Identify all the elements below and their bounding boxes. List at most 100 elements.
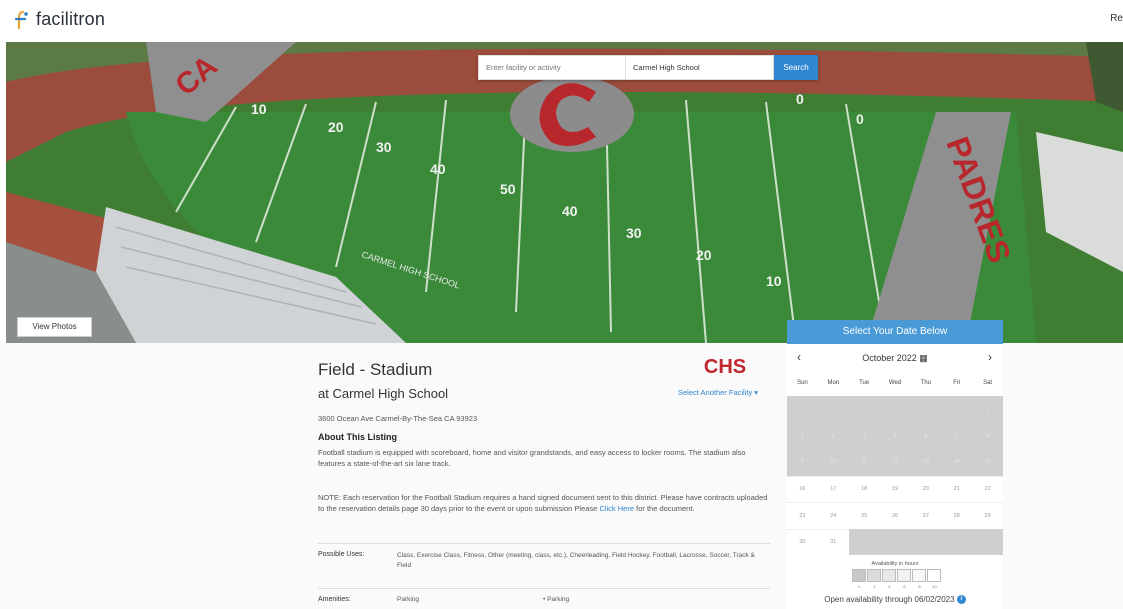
calendar-day[interactable]: 29 xyxy=(972,502,1004,529)
availability-scale-label: 1- xyxy=(857,584,862,589)
calendar-empty-cell xyxy=(879,528,911,555)
note-suffix: for the document. xyxy=(636,504,695,513)
calendar-day: 9 xyxy=(787,449,818,476)
weekday-label: Mon xyxy=(827,380,840,386)
calendar-week: 9 10 11 12 13 14 15 xyxy=(787,449,1004,476)
divider xyxy=(318,588,770,589)
calendar-day[interactable]: 17 xyxy=(817,475,849,502)
svg-text:20: 20 xyxy=(328,119,344,135)
click-here-link[interactable]: Click Here xyxy=(599,504,634,513)
date-calendar: ‹ October 2022 ▦ › Sun Mon Tue Wed Thu Fri Sat… xyxy=(787,344,1004,609)
svg-text:40: 40 xyxy=(562,203,578,219)
calendar-empty-cell xyxy=(910,396,942,423)
top-right-link[interactable]: Re xyxy=(1110,13,1123,24)
availability-scale-label: 10 xyxy=(932,584,937,589)
about-heading: About This Listing xyxy=(318,432,397,442)
amenity-item: Parking xyxy=(397,596,420,603)
calendar-empty-cell xyxy=(910,528,942,555)
open-availability-text: Open availability through 06/02/2023 xyxy=(824,595,955,604)
search-bar: Search xyxy=(478,55,818,80)
calendar-day[interactable]: 26 xyxy=(879,502,911,529)
svg-text:0: 0 xyxy=(796,91,804,107)
calendar-day[interactable]: 24 xyxy=(817,502,849,529)
calendar-day[interactable]: 27 xyxy=(910,502,942,529)
calendar-empty-cell xyxy=(941,396,973,423)
calendar-day[interactable]: 18 xyxy=(848,475,880,502)
legend-box xyxy=(867,569,881,582)
note-text: NOTE: Each reservation for the Football … xyxy=(318,492,773,514)
calendar-grid: 1 2 3 4 5 6 7 8 9 10 11 12 13 14 15 16 17 18 19 20 21 22 23 24 2… xyxy=(787,396,1004,555)
calendar-day: 4 xyxy=(848,422,880,449)
calendar-day: 2 xyxy=(787,422,818,449)
calendar-day: 3 xyxy=(817,422,849,449)
calendar-day[interactable]: 19 xyxy=(879,475,911,502)
weekday-label: Fri xyxy=(953,380,961,386)
facility-subtitle: at Carmel High School xyxy=(318,386,449,401)
divider xyxy=(318,543,770,544)
logo-text: facilitron xyxy=(36,9,106,29)
calendar-empty-cell xyxy=(848,528,880,555)
calendar-month-label: October 2022 xyxy=(862,353,917,363)
calendar-day[interactable]: 16 xyxy=(787,475,818,502)
availability-scale-label: 8 xyxy=(918,584,921,589)
weekday-label: Sat xyxy=(983,380,993,386)
legend-box xyxy=(897,569,911,582)
info-icon[interactable]: i xyxy=(956,595,966,605)
calendar-empty-cell xyxy=(817,396,849,423)
calendar-day[interactable]: 25 xyxy=(848,502,880,529)
legend-box xyxy=(882,569,896,582)
about-text: Football stadium is equipped with scoreb… xyxy=(318,448,746,468)
calendar-header: Select Your Date Below xyxy=(787,320,1003,344)
calendar-day[interactable]: 31 xyxy=(817,528,849,555)
calendar-day: 11 xyxy=(848,449,880,476)
note-body: NOTE: Each reservation for the Football … xyxy=(318,493,768,513)
calendar-day: 8 xyxy=(972,422,1004,449)
calendar-day: 14 xyxy=(941,449,973,476)
availability-label: Availability in hours xyxy=(871,561,919,567)
svg-text:20: 20 xyxy=(696,247,712,263)
calendar-empty-cell xyxy=(879,396,911,423)
calendar-day: 1 xyxy=(972,396,1004,423)
calendar-month[interactable]: October 2022 ▦ xyxy=(787,353,1003,364)
calendar-icon: ▦ xyxy=(919,353,928,363)
svg-text:30: 30 xyxy=(626,225,642,241)
hero-image: CA PADRES 10 20 30 40 50 40 30 20 10 0 0… xyxy=(6,42,1123,343)
school-search-input[interactable] xyxy=(626,55,774,80)
chevron-right-icon[interactable]: › xyxy=(988,350,992,364)
calendar-week: 30 31 xyxy=(787,528,1004,555)
availability-scale-label: 2 xyxy=(873,584,876,589)
calendar-day: 6 xyxy=(910,422,942,449)
calendar-day[interactable]: 28 xyxy=(941,502,973,529)
facility-title: Field - Stadium xyxy=(318,360,433,379)
calendar-day: 13 xyxy=(910,449,942,476)
calendar-week: 16 17 18 19 20 21 22 xyxy=(787,475,1004,502)
select-another-facility-link[interactable]: Select Another Facility ▾ xyxy=(678,388,758,397)
facility-search-input[interactable] xyxy=(478,55,626,80)
svg-text:30: 30 xyxy=(376,139,392,155)
availability-legend xyxy=(852,569,942,582)
facility-address: 3600 Ocean Ave Carmel-By-The-Sea CA 9392… xyxy=(318,414,478,423)
legend-box xyxy=(852,569,866,582)
search-button[interactable]: Search xyxy=(774,55,818,80)
amenity-item: • Parking xyxy=(543,596,570,603)
calendar-empty-cell xyxy=(787,396,818,423)
calendar-day[interactable]: 21 xyxy=(941,475,973,502)
availability-scale: 1- 2 4 6 8 10 xyxy=(852,584,942,589)
calendar-empty-cell xyxy=(972,528,1004,555)
view-photos-button[interactable]: View Photos xyxy=(17,317,92,337)
calendar-week: 23 24 25 26 27 28 29 xyxy=(787,502,1004,529)
weekday-header: Sun Mon Tue Wed Thu Fri Sat xyxy=(787,380,1003,386)
calendar-day[interactable]: 23 xyxy=(787,502,818,529)
facilitron-logo[interactable]: facilitron xyxy=(14,9,105,30)
calendar-day[interactable]: 22 xyxy=(972,475,1004,502)
svg-text:10: 10 xyxy=(251,101,267,117)
calendar-day[interactable]: 20 xyxy=(910,475,942,502)
calendar-empty-cell xyxy=(848,396,880,423)
calendar-day: 7 xyxy=(941,422,973,449)
calendar-day: 12 xyxy=(879,449,911,476)
possible-uses-list: Class, Exercise Class, Fitness, Other (m… xyxy=(397,552,755,569)
amenities-label: Amenities: xyxy=(318,596,351,603)
calendar-empty-cell xyxy=(941,528,973,555)
calendar-day[interactable]: 30 xyxy=(787,528,818,555)
facilitron-logo-icon xyxy=(14,10,28,29)
